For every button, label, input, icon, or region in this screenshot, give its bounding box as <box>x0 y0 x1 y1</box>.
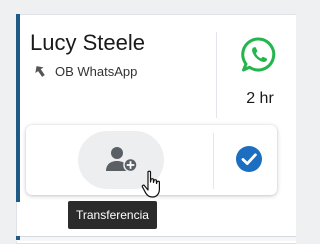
transfer-tooltip: Transferencia <box>68 201 157 229</box>
hand-cursor-icon <box>141 170 160 198</box>
elapsed-time: 2 hr <box>246 90 274 107</box>
source-label: OB WhatsApp <box>55 63 138 79</box>
card-accent-bar <box>16 14 20 202</box>
add-user-icon <box>106 147 138 173</box>
source-row: OB WhatsApp <box>34 62 137 80</box>
contact-name: Lucy Steele <box>30 30 145 55</box>
divider <box>213 133 214 189</box>
next-card-edge <box>16 236 296 241</box>
outbound-arrow-icon <box>35 66 45 77</box>
check-circle-icon[interactable] <box>235 145 263 173</box>
next-card-accent-bar <box>16 236 20 240</box>
divider <box>216 32 217 118</box>
whatsapp-icon <box>241 37 276 72</box>
